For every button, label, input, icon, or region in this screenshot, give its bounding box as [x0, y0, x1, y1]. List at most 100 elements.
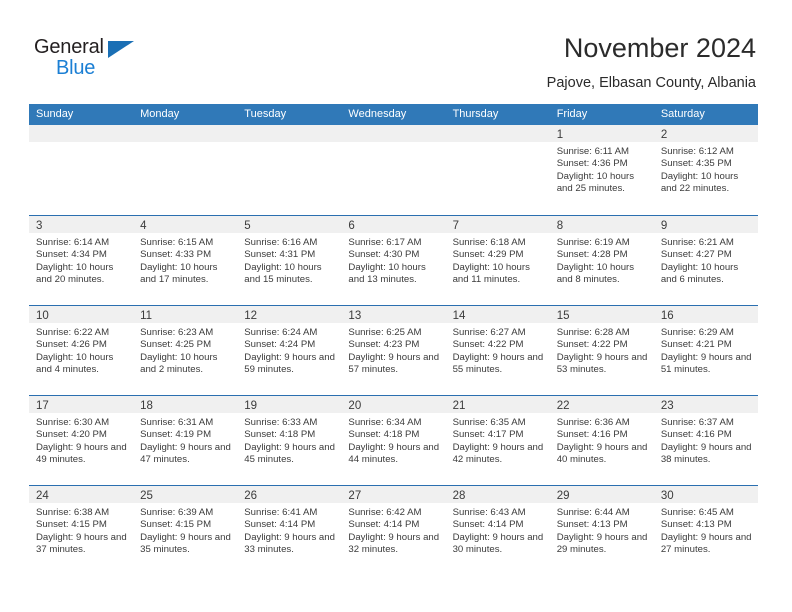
- day-details: Sunrise: 6:37 AM Sunset: 4:16 PM Daylight:…: [654, 413, 758, 467]
- sunrise-text: Sunrise: 6:27 AM: [452, 327, 526, 338]
- sunset-text: Sunset: 4:34 PM: [36, 249, 107, 261]
- day-cell[interactable]: 8 Sunrise: 6:19 AM Sunset: 4:28 PM Daylight…: [549, 216, 654, 305]
- day-number-band: 16: [653, 306, 758, 323]
- day-number: 8: [556, 220, 564, 232]
- page-title: November 2024: [563, 33, 756, 63]
- day-number: 28: [452, 490, 466, 502]
- sunrise-text: Sunrise: 6:24 AM: [244, 327, 318, 338]
- day-number: 14: [452, 310, 466, 322]
- day-cell[interactable]: 30 Sunrise: 6:45 AM Sunset: 4:13 PM Dayligh…: [653, 486, 758, 575]
- day-number-band: 5: [237, 216, 342, 233]
- daylight-text: Daylight: 9 hours and 44 minutes.: [348, 441, 440, 466]
- day-number-band: 25: [133, 486, 238, 503]
- sunrise-text: Sunrise: 6:29 AM: [660, 327, 734, 338]
- day-cell[interactable]: 2 Sunrise: 6:12 AM Sunset: 4:35 PM Daylight…: [653, 125, 758, 215]
- day-cell[interactable]: 16 Sunrise: 6:29 AM Sunset: 4:21 PM Dayligh…: [653, 306, 758, 395]
- day-cell[interactable]: 23 Sunrise: 6:37 AM Sunset: 4:16 PM Dayligh…: [653, 396, 758, 485]
- day-number-band: 29: [549, 486, 654, 503]
- day-cell[interactable]: 21 Sunrise: 6:35 AM Sunset: 4:17 PM Dayligh…: [445, 396, 550, 485]
- day-cell[interactable]: 11 Sunrise: 6:23 AM Sunset: 4:25 PM Dayligh…: [133, 306, 238, 395]
- sunrise-text: Sunrise: 6:35 AM: [452, 417, 526, 428]
- weekday-thursday: Thursday: [452, 108, 499, 120]
- weekday-header-row: Sunday Monday Tuesday Wednesday Thursday…: [29, 104, 758, 125]
- daylight-text: Daylight: 9 hours and 33 minutes.: [244, 531, 335, 556]
- generalblue-logo[interactable]: General Blue: [34, 36, 154, 82]
- day-number-band: 9: [653, 216, 758, 233]
- day-number-band: 23: [653, 396, 758, 413]
- sunrise-text: Sunrise: 6:43 AM: [452, 507, 526, 518]
- sunrise-text: Sunrise: 6:25 AM: [348, 327, 422, 338]
- day-cell[interactable]: 28 Sunrise: 6:43 AM Sunset: 4:14 PM Dayligh…: [445, 486, 550, 575]
- sunrise-text: Sunrise: 6:45 AM: [660, 507, 734, 518]
- day-number-band: 28: [445, 486, 550, 503]
- day-cell-empty: [341, 125, 446, 215]
- day-cell[interactable]: 10 Sunrise: 6:22 AM Sunset: 4:26 PM Dayligh…: [29, 306, 134, 395]
- day-number-band: 21: [445, 396, 550, 413]
- sunset-text: Sunset: 4:15 PM: [36, 519, 107, 531]
- day-cell-empty: [445, 125, 550, 215]
- daylight-text: Daylight: 10 hours and 20 minutes.: [36, 261, 114, 286]
- day-number: 17: [36, 400, 49, 412]
- day-number: 10: [36, 310, 49, 322]
- sunset-text: Sunset: 4:29 PM: [452, 249, 524, 261]
- calendar-week-row: 10 Sunrise: 6:22 AM Sunset: 4:26 PM Dayligh…: [29, 305, 758, 395]
- day-number-band: 17: [29, 396, 134, 413]
- day-number-band: 8: [549, 216, 654, 233]
- day-cell[interactable]: 6 Sunrise: 6:17 AM Sunset: 4:30 PM Daylight…: [341, 216, 446, 305]
- day-cell[interactable]: 9 Sunrise: 6:21 AM Sunset: 4:27 PM Daylight…: [653, 216, 758, 305]
- day-cell[interactable]: 7 Sunrise: 6:18 AM Sunset: 4:29 PM Daylight…: [445, 216, 550, 305]
- day-number: 3: [36, 220, 43, 232]
- day-details: Sunrise: 6:36 AM Sunset: 4:16 PM Daylight:…: [550, 413, 654, 467]
- day-details: Sunrise: 6:44 AM Sunset: 4:13 PM Daylight:…: [550, 503, 654, 557]
- day-cell[interactable]: 27 Sunrise: 6:42 AM Sunset: 4:14 PM Dayligh…: [341, 486, 446, 575]
- sunrise-text: Sunrise: 6:28 AM: [556, 327, 630, 338]
- sunrise-text: Sunrise: 6:15 AM: [140, 237, 214, 248]
- day-cell[interactable]: 26 Sunrise: 6:41 AM Sunset: 4:14 PM Dayligh…: [237, 486, 342, 575]
- day-details: Sunrise: 6:34 AM Sunset: 4:18 PM Daylight:…: [341, 413, 445, 467]
- sunset-text: Sunset: 4:17 PM: [452, 429, 524, 441]
- page-header: General Blue November 2024 Pajove, Elbas…: [0, 0, 792, 104]
- day-number-band: 19: [237, 396, 342, 413]
- sunrise-text: Sunrise: 6:21 AM: [660, 237, 734, 248]
- sunset-text: Sunset: 4:18 PM: [244, 429, 316, 441]
- day-cell[interactable]: 22 Sunrise: 6:36 AM Sunset: 4:16 PM Dayligh…: [549, 396, 654, 485]
- weekday-saturday: Saturday: [660, 108, 705, 120]
- day-cell[interactable]: 4 Sunrise: 6:15 AM Sunset: 4:33 PM Daylight…: [133, 216, 238, 305]
- daylight-text: Daylight: 9 hours and 42 minutes.: [452, 441, 544, 466]
- day-cell[interactable]: 1 Sunrise: 6:11 AM Sunset: 4:36 PM Daylight…: [549, 125, 654, 215]
- sunset-text: Sunset: 4:16 PM: [660, 429, 732, 441]
- daylight-text: Daylight: 9 hours and 40 minutes.: [556, 441, 648, 466]
- calendar-weeks: 1 Sunrise: 6:11 AM Sunset: 4:36 PM Daylight…: [29, 125, 758, 575]
- day-number: 21: [452, 400, 466, 412]
- day-details: Sunrise: 6:25 AM Sunset: 4:23 PM Daylight:…: [341, 323, 445, 377]
- daylight-text: Daylight: 9 hours and 47 minutes.: [140, 441, 231, 466]
- day-cell[interactable]: 3 Sunrise: 6:14 AM Sunset: 4:34 PM Daylight…: [29, 216, 134, 305]
- day-cell[interactable]: 20 Sunrise: 6:34 AM Sunset: 4:18 PM Dayligh…: [341, 396, 446, 485]
- day-number-band: 20: [341, 396, 446, 413]
- day-cell[interactable]: 18 Sunrise: 6:31 AM Sunset: 4:19 PM Dayligh…: [133, 396, 238, 485]
- sunset-text: Sunset: 4:13 PM: [660, 519, 732, 531]
- day-cell[interactable]: 29 Sunrise: 6:44 AM Sunset: 4:13 PM Dayligh…: [549, 486, 654, 575]
- day-cell[interactable]: 12 Sunrise: 6:24 AM Sunset: 4:24 PM Dayligh…: [237, 306, 342, 395]
- day-cell[interactable]: 17 Sunrise: 6:30 AM Sunset: 4:20 PM Dayligh…: [29, 396, 134, 485]
- sunset-text: Sunset: 4:18 PM: [348, 429, 420, 441]
- day-cell[interactable]: 13 Sunrise: 6:25 AM Sunset: 4:23 PM Dayligh…: [341, 306, 446, 395]
- sunset-text: Sunset: 4:13 PM: [556, 519, 628, 531]
- day-details: Sunrise: 6:22 AM Sunset: 4:26 PM Daylight:…: [29, 323, 133, 377]
- day-cell[interactable]: 14 Sunrise: 6:27 AM Sunset: 4:22 PM Dayligh…: [445, 306, 550, 395]
- daylight-text: Daylight: 10 hours and 11 minutes.: [452, 261, 530, 286]
- sunset-text: Sunset: 4:27 PM: [660, 249, 732, 261]
- daylight-text: Daylight: 9 hours and 49 minutes.: [36, 441, 127, 466]
- day-cell[interactable]: 19 Sunrise: 6:33 AM Sunset: 4:18 PM Dayligh…: [237, 396, 342, 485]
- sunrise-text: Sunrise: 6:36 AM: [556, 417, 630, 428]
- daylight-text: Daylight: 9 hours and 29 minutes.: [556, 531, 648, 556]
- sunrise-text: Sunrise: 6:16 AM: [244, 237, 318, 248]
- daylight-text: Daylight: 10 hours and 25 minutes.: [556, 170, 635, 195]
- day-number-band: 10: [29, 306, 134, 323]
- day-cell[interactable]: 5 Sunrise: 6:16 AM Sunset: 4:31 PM Daylight…: [237, 216, 342, 305]
- day-number: 1: [556, 129, 564, 141]
- day-cell[interactable]: 15 Sunrise: 6:28 AM Sunset: 4:22 PM Dayligh…: [549, 306, 654, 395]
- day-cell[interactable]: 24 Sunrise: 6:38 AM Sunset: 4:15 PM Dayligh…: [29, 486, 134, 575]
- day-cell[interactable]: 25 Sunrise: 6:39 AM Sunset: 4:15 PM Dayligh…: [133, 486, 238, 575]
- calendar-week-row: 17 Sunrise: 6:30 AM Sunset: 4:20 PM Dayligh…: [29, 395, 758, 485]
